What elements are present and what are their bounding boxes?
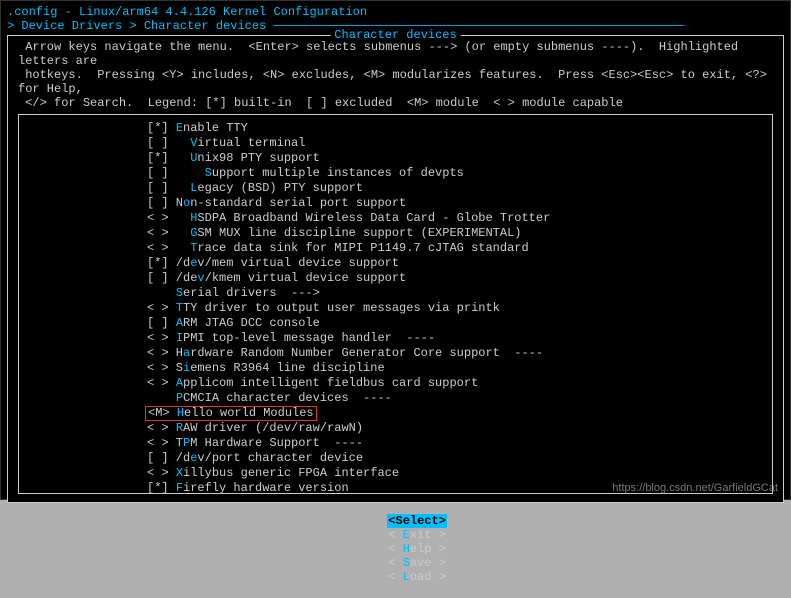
save-button[interactable]: < Save > xyxy=(386,556,448,570)
menu-item[interactable]: [*] Unix98 PTY support xyxy=(27,151,764,166)
menu-item[interactable]: [ ] Non-standard serial port support xyxy=(27,196,764,211)
menu-item[interactable]: < > Siemens R3964 line discipline xyxy=(27,361,764,376)
terminal-window: .config - Linux/arm64 4.4.126 Kernel Con… xyxy=(0,0,791,500)
menu-item[interactable]: [ ] /dev/port character device xyxy=(27,451,764,466)
menu-item[interactable]: [ ] Support multiple instances of devpts xyxy=(27,166,764,181)
config-title: .config - Linux/arm64 4.4.126 Kernel Con… xyxy=(7,5,784,19)
menu-item[interactable]: <M> Hello world Modules xyxy=(27,406,764,421)
exit-button[interactable]: < Exit > xyxy=(386,528,448,542)
help-button[interactable]: < Help > xyxy=(386,542,448,556)
menu-item[interactable]: [ ] /dev/kmem virtual device support xyxy=(27,271,764,286)
menu-item[interactable]: < > HSDPA Broadband Wireless Data Card -… xyxy=(27,211,764,226)
menu-item[interactable]: [ ] ARM JTAG DCC console xyxy=(27,316,764,331)
menu-item[interactable]: [ ] Legacy (BSD) PTY support xyxy=(27,181,764,196)
menu-item[interactable]: < > TTY driver to output user messages v… xyxy=(27,301,764,316)
menu-item[interactable]: PCMCIA character devices ---- xyxy=(27,391,764,406)
load-button[interactable]: < Load > xyxy=(386,570,448,584)
menu-item[interactable]: Serial drivers ---> xyxy=(27,286,764,301)
menu-item[interactable]: [ ] Virtual terminal xyxy=(27,136,764,151)
menu-item[interactable]: < > Applicom intelligent fieldbus card s… xyxy=(27,376,764,391)
menu-item[interactable]: < > Trace data sink for MIPI P1149.7 cJT… xyxy=(27,241,764,256)
page-title: Character devices xyxy=(330,28,460,42)
menu-list[interactable]: [*] Enable TTY[ ] Virtual terminal[*] Un… xyxy=(18,114,773,494)
menu-item[interactable]: < > RAW driver (/dev/raw/rawN) xyxy=(27,421,764,436)
menu-item[interactable]: < > TPM Hardware Support ---- xyxy=(27,436,764,451)
watermark: https://blog.csdn.net/GarfieldGCat xyxy=(612,482,778,494)
menu-item[interactable]: [*] Enable TTY xyxy=(27,121,764,136)
menu-item[interactable]: < > Xillybus generic FPGA interface xyxy=(27,466,764,481)
outer-frame: Character devices Arrow keys navigate th… xyxy=(7,35,784,503)
menu-item[interactable]: < > GSM MUX line discipline support (EXP… xyxy=(27,226,764,241)
select-button[interactable]: <Select> xyxy=(387,514,447,528)
button-row: <Select> < Exit > < Help > < Save > < Lo… xyxy=(18,500,773,598)
menu-item[interactable]: < > Hardware Random Number Generator Cor… xyxy=(27,346,764,361)
menu-item[interactable]: < > IPMI top-level message handler ---- xyxy=(27,331,764,346)
menu-item[interactable]: [*] /dev/mem virtual device support xyxy=(27,256,764,271)
help-text: Arrow keys navigate the menu. <Enter> se… xyxy=(18,40,773,110)
